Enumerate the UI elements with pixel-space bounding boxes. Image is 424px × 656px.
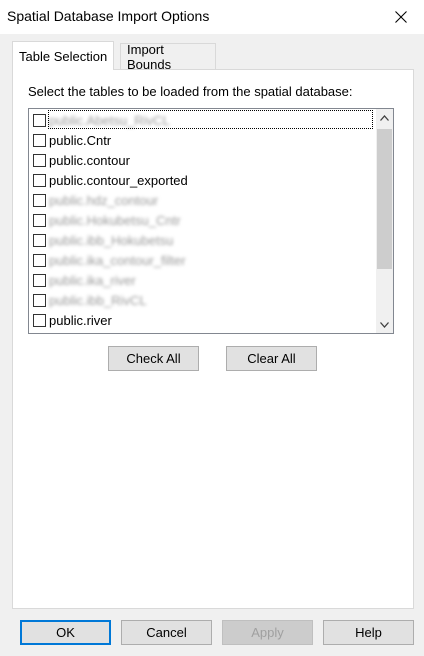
tab-import-bounds[interactable]: Import Bounds bbox=[120, 42, 216, 72]
table-checkbox[interactable] bbox=[33, 293, 46, 307]
table-name: public.hdz_contour bbox=[49, 192, 159, 208]
title-bar: Spatial Database Import Options bbox=[0, 0, 424, 34]
table-checkbox[interactable] bbox=[33, 213, 46, 227]
table-checkbox[interactable] bbox=[33, 153, 46, 167]
chevron-up-icon bbox=[380, 114, 389, 121]
table-list-item[interactable]: public.hdz_contour bbox=[29, 190, 373, 210]
instruction-label: Select the tables to be loaded from the … bbox=[28, 84, 353, 99]
vertical-scrollbar[interactable] bbox=[376, 109, 393, 333]
table-checkbox[interactable] bbox=[33, 233, 46, 247]
table-name: public.ibb_RivCL bbox=[49, 292, 147, 308]
table-list-item[interactable]: public.ibb_Hokubetsu bbox=[29, 230, 373, 250]
dialog-window: Spatial Database Import Options Table Se… bbox=[0, 0, 424, 656]
tab-table-selection[interactable]: Table Selection bbox=[12, 41, 115, 70]
table-checkbox[interactable] bbox=[33, 113, 46, 127]
table-name: public.ika_contour_filter bbox=[49, 252, 186, 268]
apply-button[interactable]: Apply bbox=[222, 620, 313, 645]
table-name: public.contour bbox=[49, 152, 130, 168]
tab-panel-table-selection: Select the tables to be loaded from the … bbox=[12, 69, 414, 609]
table-name: public.Hokubetsu_Cntr bbox=[49, 212, 181, 228]
table-list-item[interactable]: public.Hokubetsu_Cntr bbox=[29, 210, 373, 230]
ok-button[interactable]: OK bbox=[20, 620, 111, 645]
table-name: public.ibb_Hokubetsu bbox=[49, 232, 174, 248]
table-list-item[interactable]: public.ibb_RivCL bbox=[29, 290, 373, 310]
cancel-button[interactable]: Cancel bbox=[121, 620, 212, 645]
table-list-item[interactable]: public.river bbox=[29, 310, 373, 330]
table-name: public.Cntr bbox=[49, 132, 112, 148]
table-name: public.ika_river bbox=[49, 272, 136, 288]
check-all-button[interactable]: Check All bbox=[108, 346, 199, 371]
table-list-item[interactable]: public.contour bbox=[29, 150, 373, 170]
window-title: Spatial Database Import Options bbox=[7, 8, 210, 24]
scrollbar-thumb[interactable] bbox=[377, 129, 392, 269]
clear-all-button[interactable]: Clear All bbox=[226, 346, 317, 371]
close-icon bbox=[395, 11, 407, 23]
help-button[interactable]: Help bbox=[323, 620, 414, 645]
table-list-item[interactable]: public.Abetsu_RivCL bbox=[29, 110, 373, 130]
table-checkbox[interactable] bbox=[33, 133, 46, 147]
table-checkbox[interactable] bbox=[33, 313, 46, 327]
table-name: public.Abetsu_RivCL bbox=[49, 112, 170, 128]
table-list-item[interactable]: public.ika_contour_filter bbox=[29, 250, 373, 270]
chevron-down-icon bbox=[380, 321, 389, 328]
table-checkbox[interactable] bbox=[33, 173, 46, 187]
scroll-up-button[interactable] bbox=[376, 109, 393, 126]
table-list-item[interactable]: public.ika_river bbox=[29, 270, 373, 290]
table-name: public.river bbox=[49, 312, 112, 328]
close-button[interactable] bbox=[378, 0, 424, 34]
table-checkbox[interactable] bbox=[33, 193, 46, 207]
table-list-item[interactable]: public.Cntr bbox=[29, 130, 373, 150]
scroll-down-button[interactable] bbox=[376, 316, 393, 333]
table-checkbox[interactable] bbox=[33, 273, 46, 287]
table-checkbox[interactable] bbox=[33, 253, 46, 267]
table-checklist[interactable]: public.Abetsu_RivCL public.Cntr public.c… bbox=[28, 108, 394, 334]
table-name: public.contour_exported bbox=[49, 172, 188, 188]
table-list-item[interactable]: public.contour_exported bbox=[29, 170, 373, 190]
